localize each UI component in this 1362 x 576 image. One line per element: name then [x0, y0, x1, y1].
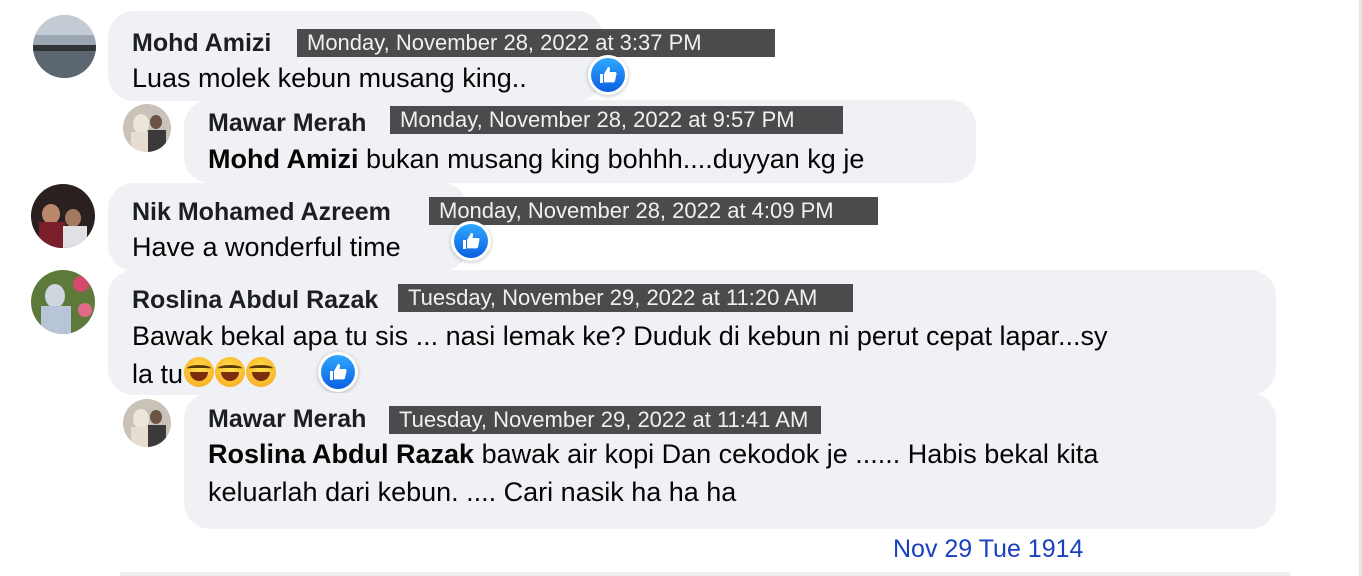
like-reaction-icon[interactable] [588, 55, 628, 95]
avatar-image [31, 270, 95, 334]
comment-text-body: Have a wonderful time [132, 232, 401, 262]
comment-text: Mohd Amizi bukan musang king bohhh....du… [208, 140, 864, 178]
comment-text-line: Roslina Abdul Razak bawak air kopi Dan c… [208, 435, 1098, 473]
mention-link[interactable]: Roslina Abdul Razak [208, 439, 474, 469]
comment-text-line-2: keluarlah dari kebun. .... Cari nasik ha… [208, 477, 737, 507]
comment-author[interactable]: Mohd Amizi [132, 28, 271, 58]
comment-text-body: la tu [132, 359, 184, 389]
comment-text-body: bawak air kopi Dan cekodok je ...... Hab… [481, 439, 1099, 469]
comment-timestamp[interactable]: Monday, November 28, 2022 at 9:57 PM [390, 106, 843, 134]
avatar-mawar-merah[interactable] [123, 399, 171, 447]
avatar-image [123, 399, 171, 447]
comment-timestamp[interactable]: Tuesday, November 29, 2022 at 11:41 AM [389, 406, 821, 434]
comment-text-line: Bawak bekal apa tu sis ... nasi lemak ke… [132, 321, 1108, 351]
comment-timestamp[interactable]: Tuesday, November 29, 2022 at 11:20 AM [398, 284, 853, 312]
avatar-nik-mohamed-azreem[interactable] [31, 184, 95, 248]
comment-text-line-2: la tu [132, 355, 1108, 393]
comment-author[interactable]: Mawar Merah [208, 404, 366, 434]
tears-of-joy-emoji-icon [246, 357, 277, 387]
comment-text: Have a wonderful time [132, 228, 401, 266]
handwritten-note: Nov 29 Tue 1914 [893, 535, 1084, 563]
avatar-mawar-merah[interactable] [123, 104, 171, 152]
like-reaction-icon[interactable] [451, 221, 491, 261]
comment-text: Luas molek kebun musang king.. [132, 59, 527, 97]
like-reaction-icon[interactable] [318, 352, 358, 392]
avatar-image [123, 104, 171, 152]
comment-text-body: bukan musang king bohhh....duyyan kg je [366, 144, 865, 174]
comment-author[interactable]: Nik Mohamed Azreem [132, 197, 391, 227]
like-icon [330, 364, 347, 380]
avatar-image [33, 15, 96, 78]
comment-author[interactable]: Mawar Merah [208, 108, 366, 138]
mention-link[interactable]: Mohd Amizi [208, 144, 358, 174]
divider [120, 572, 1290, 576]
comment-timestamp[interactable]: Monday, November 28, 2022 at 3:37 PM [297, 29, 775, 57]
tears-of-joy-emoji-icon [215, 357, 246, 387]
comment-text: Bawak bekal apa tu sis ... nasi lemak ke… [132, 317, 1108, 393]
avatar-roslina-abdul-razak[interactable] [31, 270, 95, 334]
tears-of-joy-emoji-icon [184, 357, 215, 387]
comment-author[interactable]: Roslina Abdul Razak [132, 285, 378, 315]
comment-text: Roslina Abdul Razak bawak air kopi Dan c… [208, 435, 1098, 511]
comment-text-body: Luas molek kebun musang king.. [132, 63, 527, 93]
like-icon [600, 67, 617, 83]
avatar-mohd-amizi[interactable] [33, 15, 96, 78]
like-icon [463, 233, 480, 249]
comment-timestamp[interactable]: Monday, November 28, 2022 at 4:09 PM [429, 197, 878, 225]
avatar-image [31, 184, 95, 248]
comment-thread: { "comments": [ { "name": "Mohd Amizi", … [0, 0, 1362, 576]
